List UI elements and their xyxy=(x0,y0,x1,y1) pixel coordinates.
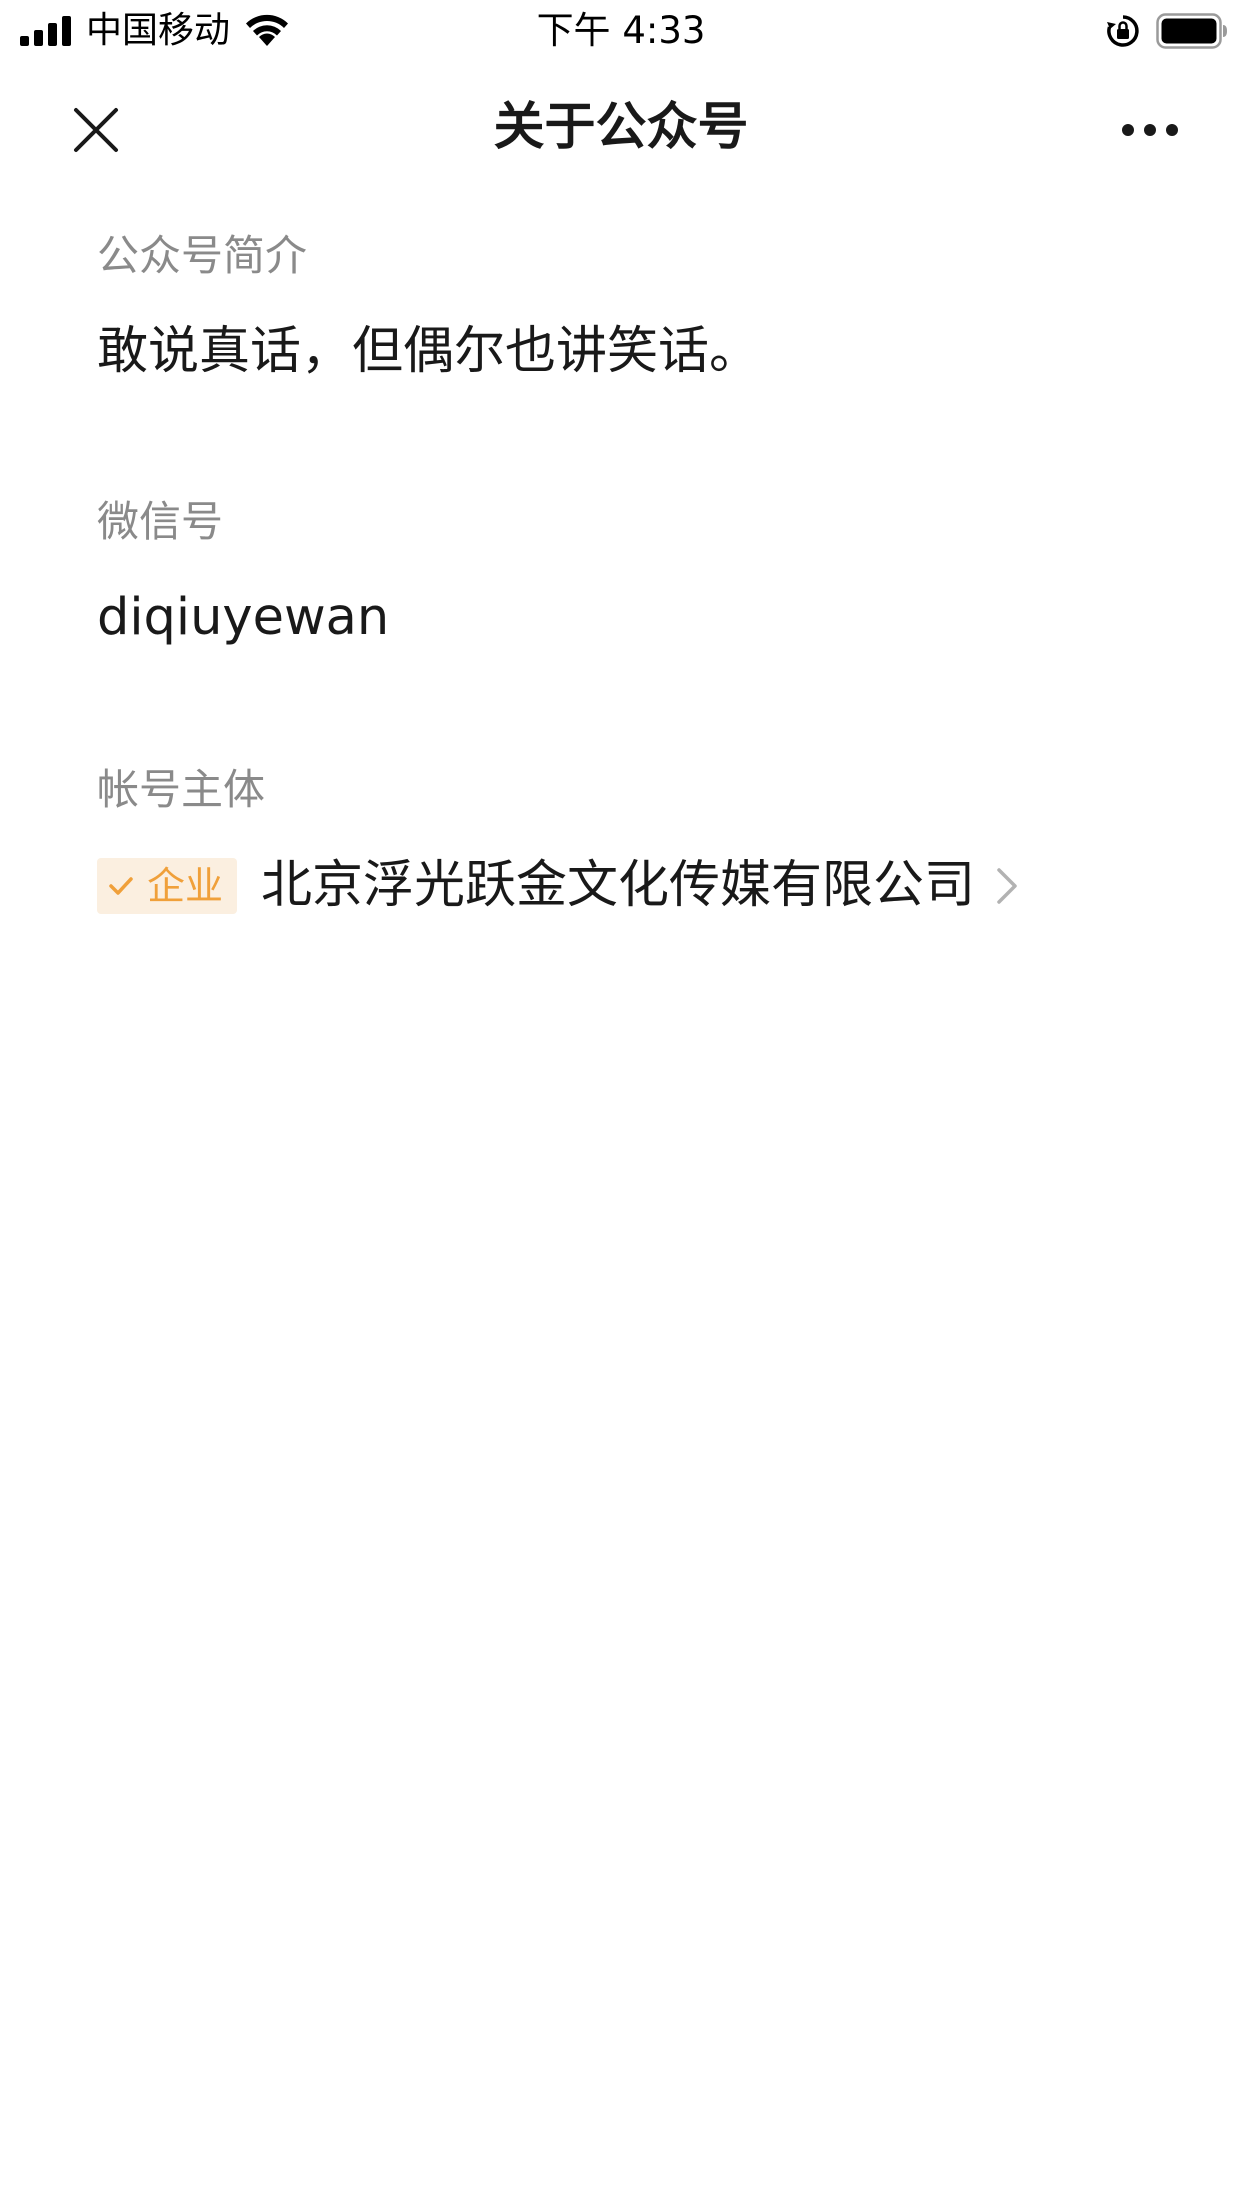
entity-name: 北京浮光跃金文化传媒有限公司 xyxy=(261,856,976,915)
nav-bar: 关于公众号 xyxy=(0,62,1242,192)
check-icon xyxy=(109,877,133,895)
enterprise-badge: 企业 xyxy=(97,858,238,914)
wechat-id-label: 微信号 xyxy=(97,497,224,546)
intro-label: 公众号简介 xyxy=(97,231,308,280)
account-entity-row[interactable]: 企业 北京浮光跃金文化传媒有限公司 xyxy=(97,846,1019,926)
rotation-lock-icon xyxy=(1107,15,1139,47)
chevron-right-icon xyxy=(997,868,1017,904)
status-time: 下午 4:33 xyxy=(536,9,706,52)
wechat-id-value: diqiuyewan xyxy=(97,588,390,647)
status-bar: 中国移动 下午 4:33 xyxy=(0,0,1242,62)
badge-label: 企业 xyxy=(147,864,224,908)
more-button[interactable] xyxy=(1110,90,1190,170)
page-title: 关于公众号 xyxy=(493,98,749,157)
intro-text: 敢说真话，但偶尔也讲笑话。 xyxy=(97,322,761,381)
account-entity-label: 帐号主体 xyxy=(97,765,266,814)
more-icon xyxy=(1122,124,1178,136)
battery-icon xyxy=(1156,13,1227,49)
